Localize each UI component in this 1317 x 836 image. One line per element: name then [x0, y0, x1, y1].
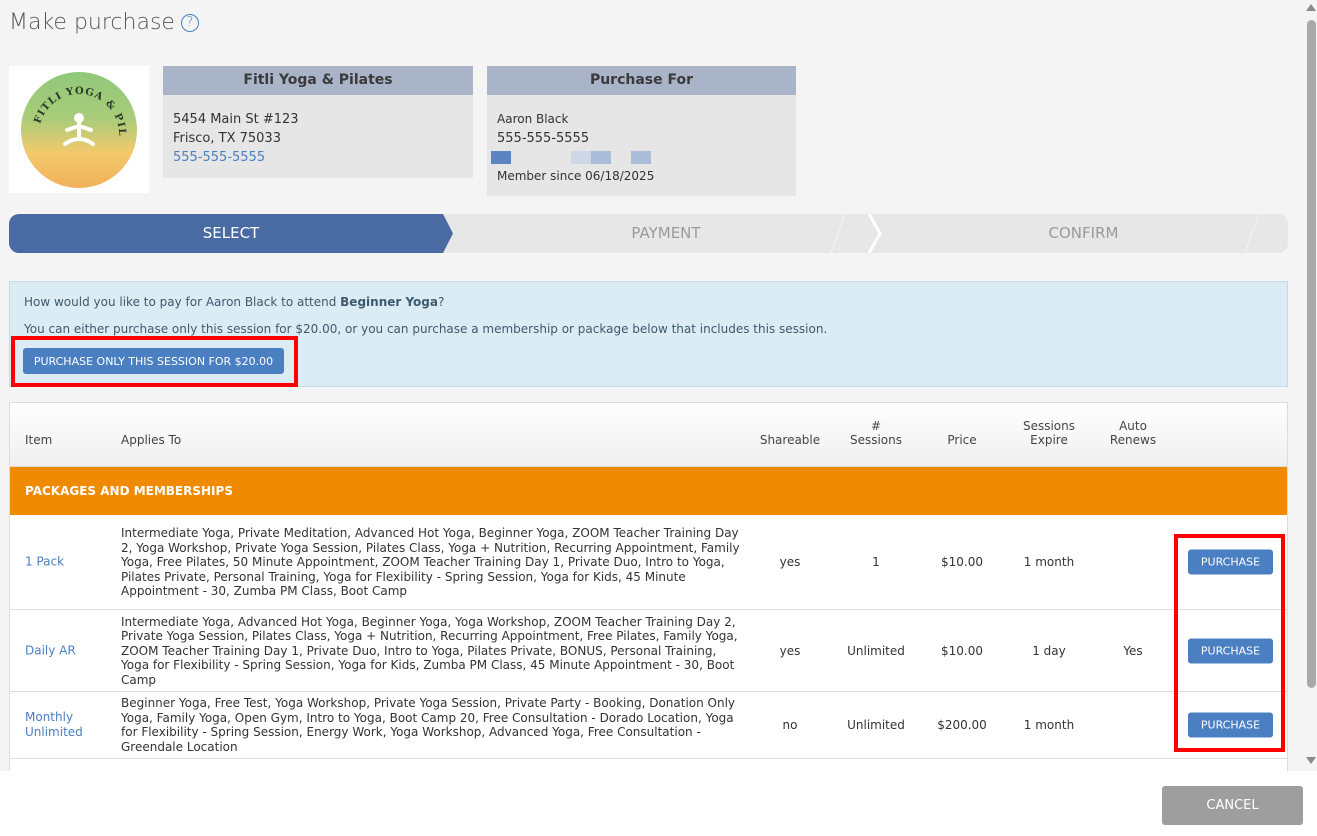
- sessions: Unlimited: [847, 643, 905, 658]
- table-header: Item Applies To Shareable # Sessions Pri…: [10, 403, 1287, 467]
- expire: 1 month: [1023, 718, 1075, 732]
- col-sessions-l1: #: [870, 419, 882, 433]
- member-since: Member since 06/18/2025: [497, 169, 655, 183]
- col-expire-l2: Expire: [1030, 433, 1068, 447]
- col-expire: Sessions Expire: [1014, 419, 1084, 447]
- class-name: Beginner Yoga: [340, 295, 438, 309]
- studio-phone-link[interactable]: 555-555-5555: [173, 150, 265, 165]
- step-dividers: [830, 214, 1260, 253]
- meditation-figure-icon: FITLI YOGA & PILATES: [21, 72, 126, 146]
- shareable: yes: [779, 555, 801, 569]
- logo-image: FITLI YOGA & PILATES: [21, 71, 137, 188]
- applies-to: Beginner Yoga, Free Test, Yoga Workshop,…: [121, 696, 736, 754]
- col-sessions-l2: Sessions: [849, 433, 903, 447]
- highlight-box: [11, 336, 298, 387]
- col-applies-to: Applies To: [121, 433, 182, 447]
- vertical-scrollbar[interactable]: [1305, 0, 1317, 770]
- scroll-up-icon[interactable]: [1306, 4, 1316, 11]
- table-row: 1 Pack Intermediate Yoga, Private Medita…: [10, 515, 1287, 610]
- expire: 1 day: [1032, 643, 1066, 658]
- studio-logo: FITLI YOGA & PILATES: [9, 66, 149, 193]
- col-shareable: Shareable: [759, 433, 821, 447]
- redacted-block: [571, 151, 591, 164]
- info-explanation: You can either purchase only this sessio…: [24, 322, 828, 336]
- info-question-suffix: ?: [437, 295, 445, 309]
- price: $10.00: [941, 643, 983, 658]
- price: $10.00: [941, 555, 983, 569]
- col-item: Item: [25, 433, 53, 447]
- scroll-thumb[interactable]: [1307, 20, 1316, 688]
- table-row: Monthly Unlimited Beginner Yoga, Free Te…: [10, 692, 1287, 759]
- cancel-button[interactable]: CANCEL: [1162, 786, 1303, 825]
- redacted-block: [591, 151, 611, 164]
- col-price: Price: [947, 433, 977, 447]
- redacted-block: [631, 151, 651, 164]
- modal-footer: [0, 771, 1317, 836]
- applies-to: Intermediate Yoga, Private Meditation, A…: [121, 525, 740, 598]
- auto-renews: Yes: [1123, 643, 1143, 658]
- col-auto-renews: Auto Renews: [1098, 419, 1168, 447]
- purchase-for-heading: Purchase For: [487, 66, 796, 95]
- packages-table: Item Applies To Shareable # Sessions Pri…: [9, 402, 1288, 772]
- page-title: Make purchase: [9, 10, 175, 35]
- scroll-down-icon[interactable]: [1306, 757, 1316, 764]
- info-question-text: How would you like to pay for Aaron Blac…: [24, 295, 341, 309]
- price: $200.00: [937, 718, 987, 732]
- applies-to: Intermediate Yoga, Advanced Hot Yoga, Be…: [121, 614, 738, 687]
- sessions: 1: [872, 555, 880, 569]
- customer-name: Aaron Black: [497, 112, 569, 126]
- checkout-stepper: SELECT PAYMENT CONFIRM: [9, 214, 1288, 253]
- redacted-block: [491, 151, 511, 164]
- page-title-wrap: Make purchase ?: [9, 10, 199, 35]
- col-auto-l2: Renews: [1109, 433, 1157, 447]
- table-row: Daily AR Intermediate Yoga, Advanced Hot…: [10, 610, 1287, 692]
- shareable: yes: [779, 643, 801, 658]
- expire: 1 month: [1023, 555, 1075, 569]
- highlight-box: [1174, 534, 1285, 752]
- item-link[interactable]: Daily AR: [25, 643, 105, 658]
- col-sessions: # Sessions: [841, 419, 911, 447]
- redacted-info: [491, 148, 786, 167]
- col-expire-l1: Sessions: [1022, 419, 1076, 433]
- studio-card: Fitli Yoga & Pilates 5454 Main St #123 F…: [163, 66, 473, 178]
- col-auto-l1: Auto: [1119, 419, 1147, 433]
- studio-name: Fitli Yoga & Pilates: [163, 66, 473, 95]
- shareable: no: [782, 718, 798, 732]
- info-question: How would you like to pay for Aaron Blac…: [24, 295, 444, 309]
- item-link[interactable]: 1 Pack: [25, 555, 105, 570]
- studio-address-line2: Frisco, TX 75033: [173, 131, 281, 146]
- question-circle-icon[interactable]: ?: [180, 13, 199, 32]
- customer-phone: 555-555-5555: [497, 131, 590, 146]
- sessions: Unlimited: [847, 718, 905, 732]
- section-header: PACKAGES AND MEMBERSHIPS: [10, 467, 1287, 515]
- purchase-for-card: Purchase For Aaron Black 555-555-5555 Me…: [487, 66, 796, 196]
- studio-address-line1: 5454 Main St #123: [173, 112, 299, 127]
- item-link[interactable]: Monthly Unlimited: [25, 710, 105, 740]
